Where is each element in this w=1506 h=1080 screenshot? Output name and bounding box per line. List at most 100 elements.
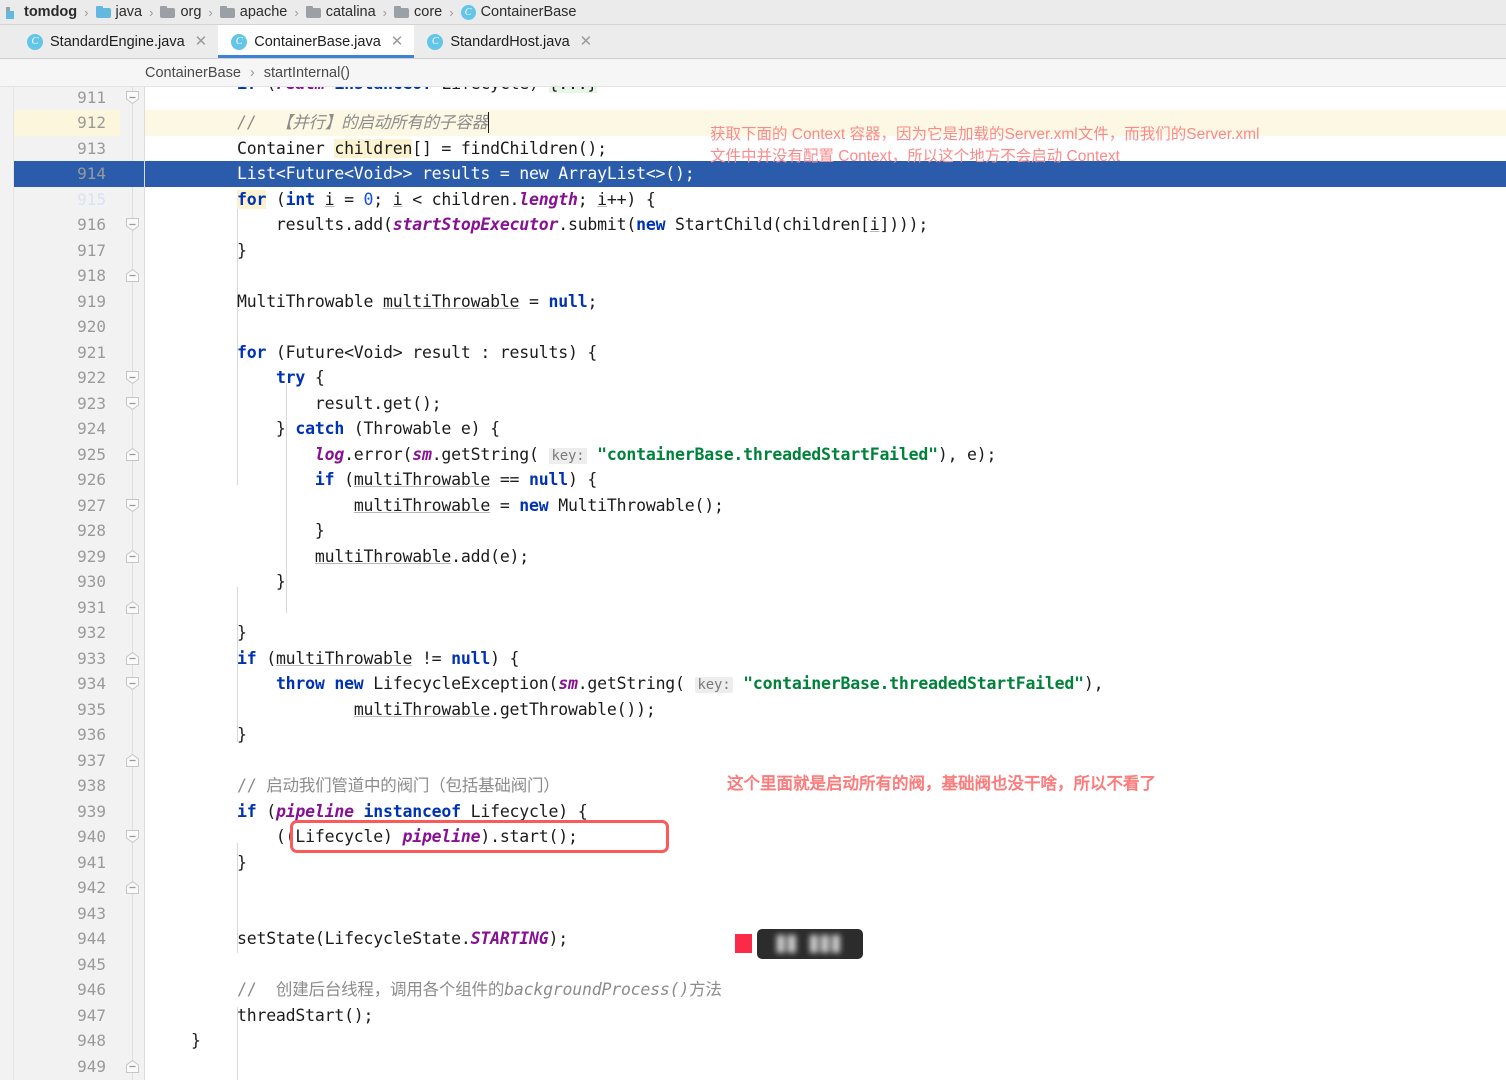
fold-collapse-icon[interactable] (125, 498, 140, 513)
code-line-915: List<Future<Void>> results = new ArrayLi… (237, 164, 695, 183)
fold-collapse-icon[interactable] (125, 217, 140, 232)
code-line-913: // 【并行】的启动所有的子容器 (237, 113, 488, 132)
close-icon[interactable]: ✕ (195, 34, 208, 49)
line-number-gutter[interactable]: 911 912 913 914 915 916 917 918 919 920 921 922 923 9… (14, 87, 120, 1080)
code-line-916: for (int i = 0; i < children.length; i++… (237, 189, 656, 209)
code-line-927: if (multiThrowable == null) { (314, 470, 598, 489)
line-number: 912 (77, 113, 106, 132)
breadcrumb-label: core (414, 4, 443, 20)
fold-end-icon[interactable] (125, 1059, 140, 1074)
breadcrumb-item-core[interactable]: core (394, 4, 442, 20)
line-number: 919 (77, 291, 106, 311)
line-number: 926 (77, 470, 106, 489)
code-line-922: for (Future<Void> result : results) { (237, 342, 598, 362)
tab-standardengine-java[interactable]: C StandardEngine.java ✕ (14, 25, 218, 58)
code-editor[interactable]: 911 912 913 914 915 916 917 918 919 920 921 922 923 9… (0, 87, 1506, 1080)
line-number: 922 (77, 368, 106, 387)
folder-icon (219, 6, 235, 18)
code-line-926: log.error(sm.getString( key: "containerB… (314, 444, 997, 464)
structure-breadcrumb: ContainerBase › startInternal() (0, 59, 1506, 87)
fold-rail (132, 87, 133, 1080)
line-number: 915 (77, 189, 106, 209)
java-class-icon: C (427, 33, 444, 50)
tab-label: StandardHost.java (450, 33, 570, 50)
fold-collapse-icon[interactable] (125, 370, 140, 385)
fold-collapse-icon[interactable] (125, 90, 140, 105)
code-line-917: results.add(startStopExecutor.submit(new… (237, 215, 929, 234)
fold-selected-highlight (120, 161, 144, 187)
code-folding-gutter[interactable] (120, 87, 145, 1080)
breadcrumb-separator: › (382, 4, 388, 20)
breadcrumb-item-org[interactable]: org (160, 4, 201, 20)
line-number: 939 (77, 801, 106, 821)
breadcrumb-item-containerbase[interactable]: C ContainerBase (460, 4, 577, 20)
breadcrumb-separator: › (294, 4, 299, 20)
line-number: 936 (77, 725, 106, 744)
code-line-942: } (237, 852, 247, 872)
annotation-valve-note: 这个里面就是启动所有的阀，基础阀也没干啥，所以不看了 (727, 775, 1156, 793)
tooltip-blurred[interactable]: ▉▉ ▉▉▉ (757, 929, 863, 959)
line-number: 924 (77, 419, 106, 438)
line-number: 929 (77, 546, 106, 566)
code-line-948: threadStart(); (237, 1005, 374, 1025)
line-number: 945 (77, 954, 106, 974)
line-number: 949 (77, 1056, 106, 1076)
code-line-937: } (237, 725, 247, 744)
breadcrumb-label: ContainerBase (480, 4, 577, 20)
fold-end-icon[interactable] (125, 651, 140, 666)
tab-label: ContainerBase.java (254, 33, 381, 50)
close-icon[interactable]: ✕ (580, 34, 593, 49)
code-line-924: result.get(); (237, 393, 442, 413)
line-number: 943 (77, 903, 106, 923)
line-number: 921 (77, 342, 106, 362)
close-icon[interactable]: ✕ (391, 34, 404, 49)
tab-standardhost-java[interactable]: C StandardHost.java ✕ (414, 25, 603, 58)
editor-left-strip (0, 87, 14, 1080)
code-line-935: throw new LifecycleException(sm.getStrin… (275, 674, 1104, 693)
fold-end-icon[interactable] (125, 880, 140, 895)
structure-class-name[interactable]: ContainerBase (145, 65, 241, 81)
line-number: 914 (77, 164, 106, 183)
line-number: 916 (77, 215, 106, 234)
code-line-945: setState(LifecycleState.STARTING); (237, 929, 568, 948)
code-line-936: multiThrowable.getThrowable()); (353, 699, 656, 719)
fold-end-icon[interactable] (125, 549, 140, 564)
folder-icon (394, 6, 410, 18)
code-line-933: } (237, 623, 247, 642)
breadcrumb-item-java[interactable]: java (95, 4, 142, 20)
breadcrumb-item-tomdog[interactable]: tomdog (6, 4, 77, 20)
breadcrumb-separator: › (84, 4, 89, 20)
fold-end-icon[interactable] (125, 268, 140, 283)
annotation-context-note-line2: 文件中并没有配置 Context，所以这个地方不会启动 Context (710, 148, 1120, 165)
line-number: 934 (77, 674, 106, 693)
line-number: 946 (77, 980, 106, 999)
breadcrumb-separator: › (449, 4, 454, 20)
fold-collapse-icon[interactable] (125, 676, 140, 691)
fold-end-icon[interactable] (125, 600, 140, 615)
fold-collapse-icon[interactable] (125, 829, 140, 844)
line-number: 944 (77, 929, 106, 948)
breadcrumb-item-catalina[interactable]: catalina (305, 4, 376, 20)
folder-icon (305, 6, 321, 18)
fold-end-icon[interactable] (125, 753, 140, 768)
line-number: 933 (77, 648, 106, 668)
tab-containerbase-java[interactable]: C ContainerBase.java ✕ (218, 25, 415, 58)
line-number: 920 (77, 317, 106, 336)
fold-end-icon[interactable] (125, 447, 140, 462)
line-number: 911 (77, 87, 106, 107)
code-line-928: multiThrowable = new MultiThrowable(); (353, 495, 724, 515)
folder-icon (160, 6, 176, 18)
structure-separator: › (249, 64, 255, 81)
editor-tab-bar: C StandardEngine.java ✕ C ContainerBase.… (0, 25, 1506, 59)
structure-method-name[interactable]: startInternal() (264, 65, 350, 81)
line-number: 932 (77, 623, 106, 642)
breadcrumb-separator: › (149, 4, 154, 20)
breadcrumb-label: tomdog (24, 4, 78, 20)
line-number: 927 (77, 495, 106, 515)
code-line-914: Container children[] = findChildren(); (237, 138, 607, 158)
line-number: 930 (77, 572, 106, 591)
fold-collapse-icon[interactable] (125, 396, 140, 411)
breadcrumb-item-apache[interactable]: apache (219, 4, 287, 20)
line-number: 940 (77, 827, 106, 846)
breadcrumb: tomdog › java › org › apache › catalina … (0, 0, 1506, 25)
